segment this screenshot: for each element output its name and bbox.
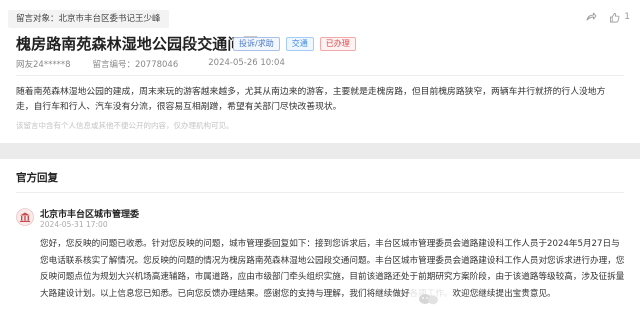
field-tag: 交通	[285, 37, 314, 51]
posted-time: 2024-05-26 10:04	[208, 58, 285, 68]
privacy-disclaimer: 该留言中含有个人信息或其他不便公开的内容，仅办理机构可见。	[16, 121, 234, 130]
message-actions: 1	[585, 11, 630, 23]
reply-org-name: 北京市丰台区城市管理委	[40, 210, 140, 220]
government-building-icon	[16, 208, 34, 226]
author-name: 网友24*****8	[16, 60, 71, 70]
like-count: 1	[624, 12, 630, 22]
thumbs-up-icon	[609, 12, 620, 23]
type-tag: 投诉/求助	[233, 37, 280, 51]
official-reply-heading: 官方回复	[16, 172, 58, 184]
message-tags: 投诉/求助 交通 已办理	[233, 37, 356, 51]
message-meta: 网友24*****8 留言编号：20778046 2024-05-26 10:0…	[16, 58, 285, 70]
share-icon[interactable]	[585, 11, 597, 23]
message-id: 留言编号：20778046	[92, 60, 179, 70]
message-content: 随着南苑森林湿地公园的建成，周末来玩的游客越来越多，尤其从南边来的游客，主要就是…	[16, 87, 606, 112]
status-badge: 已办理	[319, 37, 356, 51]
watermark-logo	[410, 288, 450, 310]
message-title: 槐房路南苑森林湿地公园段交通问题	[16, 35, 258, 53]
message-card: 留言对象：北京市丰台区委书记王少峰 1 槐房路南苑森林湿地公园段交通问题 投诉/…	[0, 0, 640, 143]
message-target-tag: 留言对象：北京市丰台区委书记王少峰	[8, 10, 169, 28]
reply-content: 您好，您反映的问题已收悉。针对您反映的问题，城市管理委回复如下：接到您诉求后，丰…	[40, 239, 625, 299]
divider	[16, 75, 624, 76]
divider	[16, 192, 624, 193]
reply-time: 2024-05-31 17:00	[40, 220, 108, 229]
like-button[interactable]: 1	[609, 12, 630, 23]
